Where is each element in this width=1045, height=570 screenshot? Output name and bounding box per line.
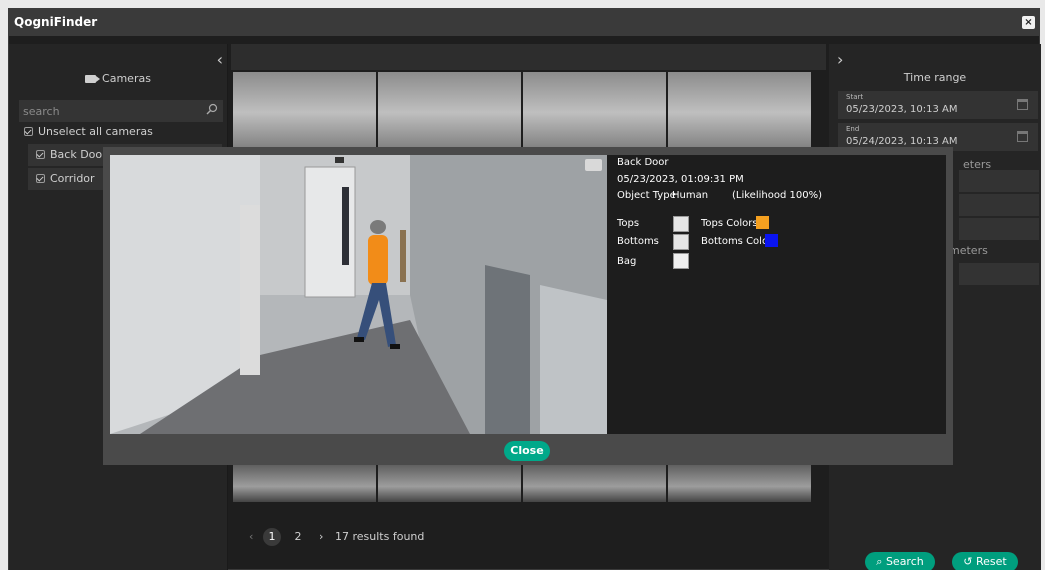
cameras-title: Cameras xyxy=(102,72,151,85)
detection-modal: Back Door 05/23/2023, 01:09:31 PM Object… xyxy=(103,147,953,465)
tops-label: Tops xyxy=(617,218,640,229)
object-type-value: Human xyxy=(672,190,709,201)
tops-color-swatch xyxy=(756,216,769,229)
close-button[interactable]: Close xyxy=(504,441,550,461)
bag-label: Bag xyxy=(617,256,637,267)
time-range-title: Time range xyxy=(903,71,967,84)
camera-search-input[interactable] xyxy=(19,100,223,122)
checkbox-icon xyxy=(36,174,45,183)
camera-badge-icon xyxy=(585,159,602,171)
bottoms-label: Bottoms xyxy=(617,236,659,247)
next-page-icon[interactable]: › xyxy=(319,530,323,543)
detail-camera-name: Back Door xyxy=(617,157,669,168)
reset-button[interactable]: ↺ Reset xyxy=(952,552,1018,570)
page-2-button[interactable]: 2 xyxy=(289,528,307,546)
camera-item-label: Back Door xyxy=(50,148,107,161)
result-thumbnail[interactable] xyxy=(668,463,811,502)
filter-field[interactable] xyxy=(959,218,1039,240)
start-value: 05/23/2023, 10:13 AM xyxy=(846,104,958,115)
window-close-icon[interactable]: × xyxy=(1022,16,1035,29)
results-toolbar xyxy=(231,44,826,70)
checkbox-icon xyxy=(36,150,45,159)
calendar-icon[interactable] xyxy=(1017,99,1028,110)
calendar-icon[interactable] xyxy=(1017,131,1028,142)
checkbox-icon xyxy=(24,127,33,136)
end-label: End xyxy=(846,125,860,133)
prev-page-icon[interactable]: ‹ xyxy=(249,530,253,543)
page-1-button[interactable]: 1 xyxy=(263,528,281,546)
shirt-icon xyxy=(673,216,689,232)
search-icon[interactable] xyxy=(206,103,218,115)
reset-icon: ↺ xyxy=(963,555,976,568)
reset-button-label: Reset xyxy=(975,555,1007,568)
result-thumbnail[interactable] xyxy=(523,463,666,502)
bag-icon xyxy=(673,253,689,269)
filter-field[interactable] xyxy=(959,170,1039,192)
cameras-header: Cameras xyxy=(9,72,227,85)
object-type-label: Object Type xyxy=(617,190,676,201)
app-title: QogniFinder xyxy=(14,15,98,29)
detection-image xyxy=(110,155,607,434)
search-button-label: Search xyxy=(885,555,924,568)
collapse-left-icon[interactable]: ‹ xyxy=(217,50,223,69)
detail-timestamp: 05/23/2023, 01:09:31 PM xyxy=(617,174,744,185)
result-thumbnail[interactable] xyxy=(233,463,376,502)
collapse-right-icon[interactable]: › xyxy=(837,50,843,69)
bottoms-color-label: Bottoms Color xyxy=(701,236,773,247)
search-icon: ⌕ xyxy=(876,555,886,568)
camera-icon xyxy=(85,75,101,83)
results-count: 17 results found xyxy=(335,530,425,543)
title-bar: QogniFinder × xyxy=(9,9,1039,36)
detection-details: Back Door 05/23/2023, 01:09:31 PM Object… xyxy=(607,155,946,434)
end-value: 05/24/2023, 10:13 AM xyxy=(846,136,958,147)
likelihood: (Likelihood 100%) xyxy=(732,190,822,201)
camera-item-label: Corridor xyxy=(50,172,95,185)
unselect-all-label: Unselect all cameras xyxy=(38,125,153,138)
filter-field[interactable] xyxy=(959,263,1039,285)
corridor-scene xyxy=(110,155,607,434)
bottoms-color-swatch xyxy=(765,234,778,247)
start-label: Start xyxy=(846,93,864,101)
pants-icon xyxy=(673,234,689,250)
tops-colors-label: Tops Colors xyxy=(701,218,758,229)
filter-field[interactable] xyxy=(959,194,1039,216)
start-date-field[interactable]: Start 05/23/2023, 10:13 AM xyxy=(838,91,1038,119)
search-button[interactable]: ⌕ Search xyxy=(865,552,935,570)
result-thumbnail[interactable] xyxy=(378,463,521,502)
unselect-all-checkbox[interactable]: Unselect all cameras xyxy=(24,125,153,138)
section-label-partial: meters xyxy=(949,244,988,257)
